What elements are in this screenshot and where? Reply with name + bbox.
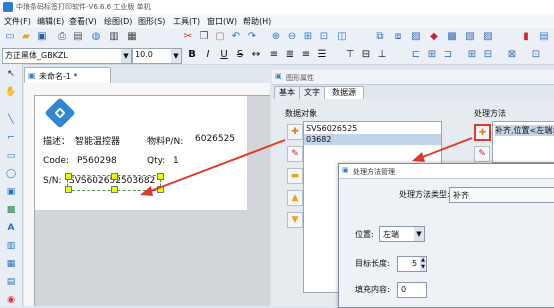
fill-value: 0 — [401, 285, 407, 294]
arrow-line-left — [147, 139, 286, 193]
dialog-title: 处理方法管理 — [353, 168, 395, 176]
position-value: 左端 — [383, 230, 399, 239]
position-select[interactable]: 左端 ▼ — [379, 226, 425, 242]
dialog-icon: ▣ — [342, 166, 349, 174]
position-label: 位置: — [355, 230, 374, 239]
type-select[interactable]: 补齐 — [449, 187, 554, 203]
type-value: 补齐 — [453, 191, 469, 200]
length-label: 目标长度: — [355, 259, 390, 268]
process-method-dialog: ▣ 处理方法管理 处理方法类型: 补齐 位置: 左端 ▼ 目标长度: 5 ▲ ▼ … — [338, 163, 554, 308]
type-label: 处理方法类型: — [399, 190, 450, 199]
stepper-arrows-icon[interactable]: ▲ ▼ — [420, 257, 426, 271]
chevron-down-icon: ▼ — [414, 227, 424, 241]
length-value: 5 — [412, 259, 418, 268]
arrow-head-left — [140, 186, 153, 196]
length-stepper[interactable]: 5 ▲ ▼ — [397, 256, 427, 272]
dialog-title-bar: ▣ 处理方法管理 — [339, 164, 554, 179]
fill-label: 填充内容: — [355, 285, 390, 294]
fill-input[interactable]: 0 — [397, 282, 427, 298]
arrow-head-right — [412, 152, 425, 162]
arrow-line-right — [419, 137, 473, 159]
